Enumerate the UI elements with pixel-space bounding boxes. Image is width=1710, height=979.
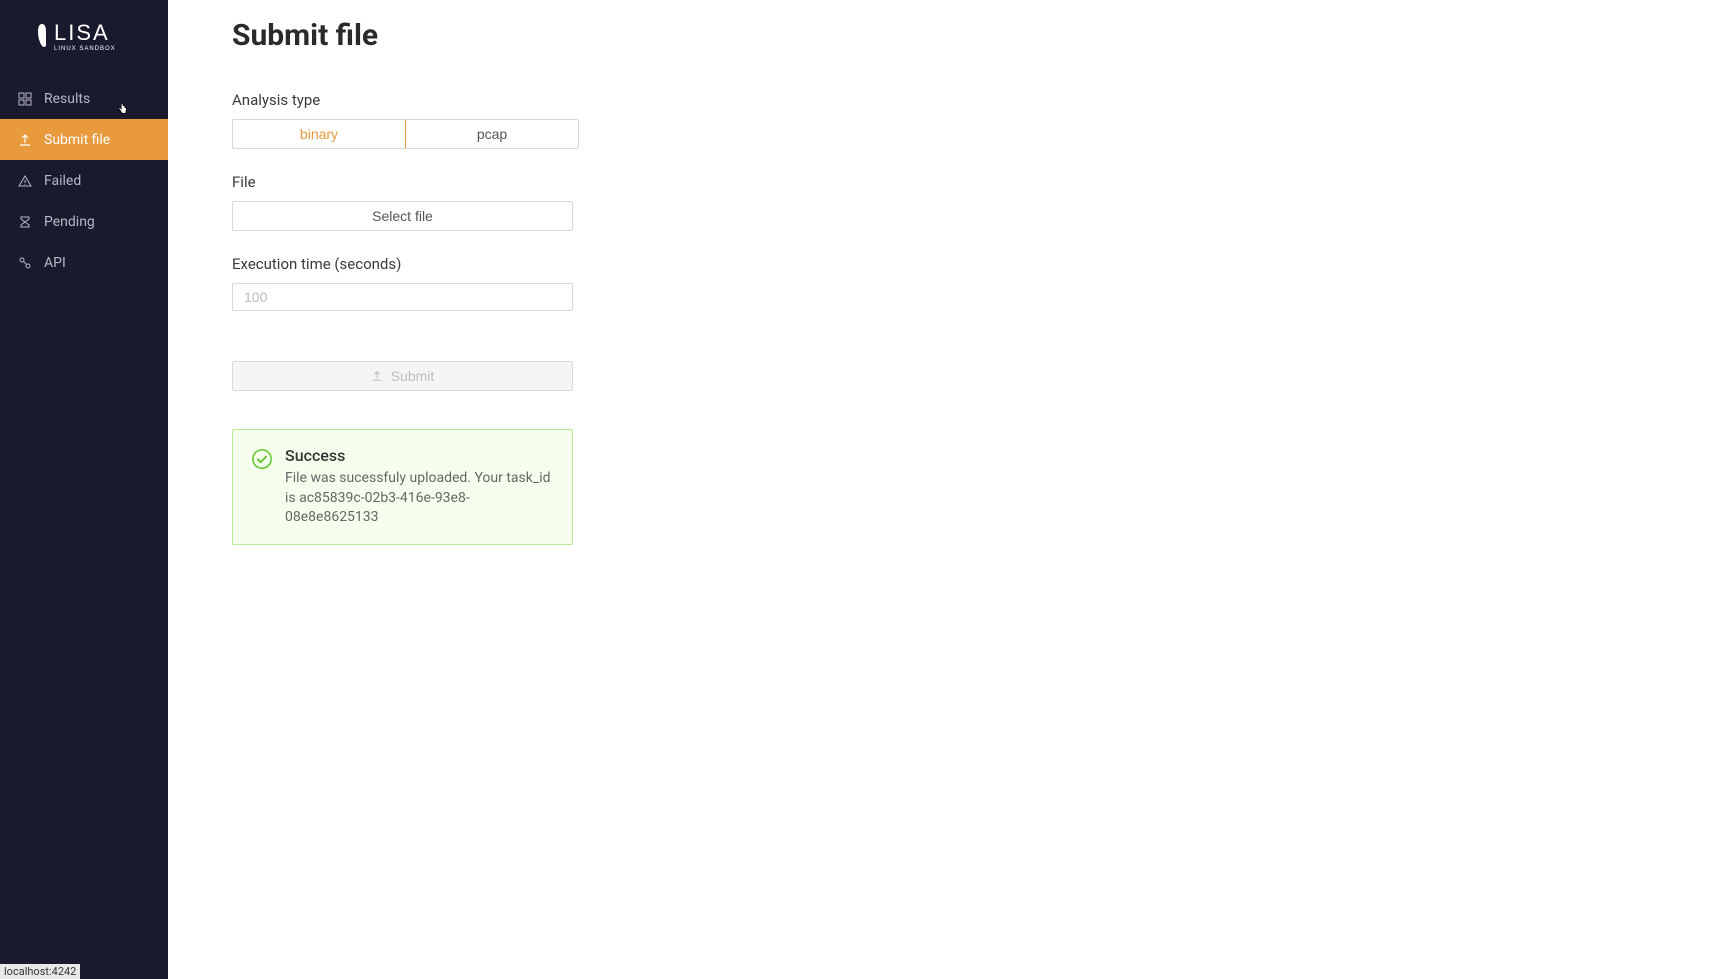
sidebar-item-results[interactable]: Results [0, 78, 168, 119]
hourglass-icon [18, 215, 32, 229]
sidebar-item-api[interactable]: API [0, 242, 168, 283]
grid-icon [18, 92, 32, 106]
sidebar: LISA LINUX SANDBOX Results Submit file F… [0, 0, 168, 979]
analysis-type-pcap[interactable]: pcap [405, 120, 578, 148]
page-title: Submit file [232, 18, 1646, 53]
upload-icon [371, 370, 383, 382]
check-circle-icon [251, 448, 273, 470]
sidebar-item-label: Pending [44, 214, 95, 230]
exec-time-input[interactable] [232, 283, 573, 311]
status-bar: localhost:4242 [0, 964, 80, 979]
analysis-type-binary[interactable]: binary [232, 119, 406, 149]
sidebar-item-label: Failed [44, 173, 81, 189]
sidebar-item-label: API [44, 255, 66, 271]
exec-time-label: Execution time (seconds) [232, 255, 1646, 273]
sidebar-item-label: Submit file [44, 132, 110, 148]
analysis-type-label: Analysis type [232, 91, 1646, 109]
sidebar-item-failed[interactable]: Failed [0, 160, 168, 201]
analysis-type-group: binary pcap [232, 119, 579, 149]
sidebar-item-submit-file[interactable]: Submit file [0, 119, 168, 160]
sidebar-item-label: Results [44, 91, 90, 107]
svg-text:LISA: LISA [54, 20, 110, 45]
main-content: Submit file Analysis type binary pcap Fi… [168, 0, 1710, 563]
file-label: File [232, 173, 1646, 191]
submit-button[interactable]: Submit [232, 361, 573, 391]
submit-button-label: Submit [391, 368, 435, 384]
lisa-logo-icon: LISA LINUX SANDBOX [34, 18, 134, 58]
sidebar-item-pending[interactable]: Pending [0, 201, 168, 242]
alert-title: Success [285, 446, 556, 465]
svg-text:LINUX SANDBOX: LINUX SANDBOX [54, 46, 116, 52]
warning-icon [18, 174, 32, 188]
select-file-button[interactable]: Select file [232, 201, 573, 231]
alert-description: File was sucessfuly uploaded. Your task_… [285, 469, 556, 528]
success-alert: Success File was sucessfuly uploaded. Yo… [232, 429, 573, 545]
upload-icon [18, 133, 32, 147]
logo: LISA LINUX SANDBOX [0, 0, 168, 78]
api-icon [18, 256, 32, 270]
